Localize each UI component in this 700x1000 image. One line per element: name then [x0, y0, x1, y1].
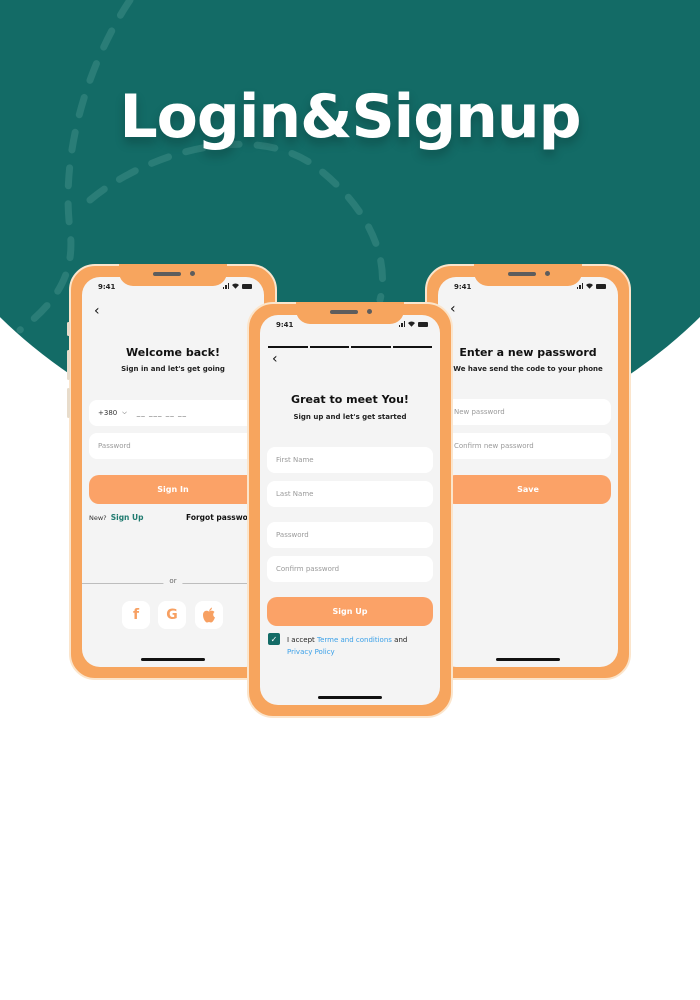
country-code[interactable]: +380 [98, 409, 117, 417]
first-name-input[interactable]: First Name [267, 447, 433, 473]
login-screen: 9:41 ‹ Welcome back! Sign in and let's g… [82, 277, 264, 667]
wifi-icon [408, 321, 415, 327]
or-label: or [163, 577, 183, 585]
chevron-down-icon[interactable]: ⌵ [122, 409, 127, 417]
battery-icon [242, 283, 252, 289]
new-user-row: New? Sign Up [89, 513, 143, 522]
phone-input[interactable]: +380 ⌵ __ ___ __ __ [89, 400, 257, 426]
battery-icon [418, 321, 428, 327]
status-icons [222, 283, 252, 289]
signup-subtitle: Sign up and let's get started [293, 413, 407, 421]
password-input[interactable]: Password [267, 522, 433, 548]
notch [474, 264, 582, 286]
google-icon[interactable]: G [158, 601, 186, 629]
and-label: and [394, 636, 408, 644]
home-indicator [141, 658, 205, 661]
wifi-icon [232, 283, 239, 289]
apple-icon[interactable] [195, 601, 223, 629]
status-time: 9:41 [98, 283, 116, 291]
step-indicator [392, 346, 432, 348]
terms-text: I accept Terme and conditions and Privac… [287, 634, 434, 658]
page-title: Login&Signup [119, 82, 581, 152]
new-label: New? [89, 514, 107, 522]
login-title: Welcome back! [126, 346, 220, 359]
step-indicator [309, 346, 349, 348]
sign-up-button[interactable]: Sign Up [267, 597, 433, 626]
status-icons [576, 283, 606, 289]
wifi-icon [586, 283, 593, 289]
phone-placeholder: __ ___ __ __ [136, 409, 187, 417]
sign-in-button[interactable]: Sign In [89, 475, 257, 504]
side-button [67, 388, 70, 418]
status-time: 9:41 [276, 321, 294, 329]
back-arrow-icon[interactable]: ‹ [450, 301, 456, 317]
terms-checkbox[interactable]: ✓ [268, 633, 280, 645]
back-arrow-icon[interactable]: ‹ [94, 303, 100, 319]
privacy-policy-link[interactable]: Privacy Policy [287, 648, 335, 656]
status-icons [398, 321, 428, 327]
signal-icon [398, 321, 405, 327]
login-subtitle: Sign in and let's get going [121, 365, 225, 373]
step-indicator [351, 346, 391, 348]
reset-subtitle: We have send the code to your phone [453, 365, 603, 373]
confirm-password-input[interactable]: Confirm password [267, 556, 433, 582]
phone-reset: 9:41 ‹ Enter a new password We have send… [425, 264, 631, 680]
reset-screen: 9:41 ‹ Enter a new password We have send… [438, 277, 618, 667]
back-arrow-icon[interactable]: ‹ [272, 351, 278, 367]
signup-screen: 9:41 ‹ Great to meet You! Sign up and le… [260, 315, 440, 705]
accept-label: I accept [287, 636, 315, 644]
notch [296, 302, 404, 324]
checkmark-icon: ✓ [270, 634, 278, 644]
facebook-glyph: f [132, 607, 140, 623]
signal-icon [576, 283, 583, 289]
facebook-icon[interactable]: f [122, 601, 150, 629]
status-time: 9:41 [454, 283, 472, 291]
google-glyph: G [166, 607, 178, 623]
battery-icon [596, 283, 606, 289]
new-password-input[interactable]: New password [445, 399, 611, 425]
reset-title: Enter a new password [459, 346, 597, 359]
phone-signup: 9:41 ‹ Great to meet You! Sign up and le… [247, 302, 453, 718]
step-indicator [268, 346, 308, 348]
home-indicator [496, 658, 560, 661]
apple-glyph [203, 607, 215, 623]
side-button [67, 322, 70, 336]
password-input[interactable]: Password [89, 433, 257, 459]
side-button [67, 350, 70, 380]
signup-title: Great to meet You! [291, 393, 409, 406]
sign-up-link[interactable]: Sign Up [111, 513, 144, 522]
terms-link[interactable]: Terme and conditions [317, 636, 392, 644]
notch [119, 264, 227, 286]
home-indicator [318, 696, 382, 699]
step-progress [268, 346, 432, 348]
confirm-new-password-input[interactable]: Confirm new password [445, 433, 611, 459]
last-name-input[interactable]: Last Name [267, 481, 433, 507]
save-button[interactable]: Save [445, 475, 611, 504]
signal-icon [222, 283, 229, 289]
phone-login: 9:41 ‹ Welcome back! Sign in and let's g… [67, 264, 277, 680]
